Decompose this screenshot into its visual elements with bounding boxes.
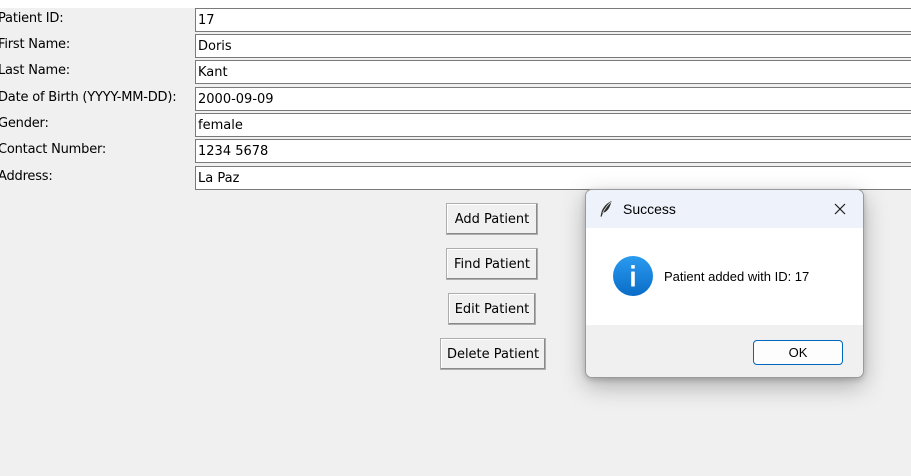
- success-dialog: Success Patient added with ID: 17 OK: [585, 189, 864, 378]
- dialog-body: Patient added with ID: 17: [586, 228, 863, 325]
- form-row-last-name: Last Name:: [0, 59, 911, 85]
- gender-input[interactable]: [195, 113, 911, 137]
- first-name-input[interactable]: [195, 34, 911, 58]
- dialog-message: Patient added with ID: 17: [664, 269, 810, 284]
- form-row-first-name: First Name:: [0, 33, 911, 59]
- form-row-address: Address:: [0, 165, 911, 191]
- last-name-input[interactable]: [195, 60, 911, 84]
- gender-label: Gender:: [0, 116, 49, 131]
- dialog-title: Success: [623, 201, 676, 217]
- form-row-contact-number: Contact Number:: [0, 138, 911, 164]
- patient-id-input[interactable]: [195, 8, 911, 32]
- date-of-birth-input[interactable]: [195, 87, 911, 111]
- patient-management-window: Patient ID: First Name: Last Name: Date …: [0, 0, 911, 476]
- contact-number-input[interactable]: [195, 139, 911, 163]
- address-label: Address:: [0, 169, 53, 184]
- feather-icon: [598, 200, 614, 218]
- find-patient-button[interactable]: Find Patient: [446, 248, 538, 280]
- form-row-patient-id: Patient ID:: [0, 7, 911, 33]
- delete-patient-button[interactable]: Delete Patient: [440, 338, 546, 370]
- edit-patient-button[interactable]: Edit Patient: [448, 293, 536, 325]
- add-patient-button[interactable]: Add Patient: [446, 203, 538, 235]
- last-name-label: Last Name:: [0, 63, 70, 78]
- ok-button[interactable]: OK: [753, 340, 843, 365]
- form-row-date-of-birth: Date of Birth (YYYY-MM-DD):: [0, 86, 911, 112]
- close-icon[interactable]: [826, 196, 854, 222]
- form-row-gender: Gender:: [0, 112, 911, 138]
- date-of-birth-label: Date of Birth (YYYY-MM-DD):: [0, 90, 177, 105]
- address-input[interactable]: [195, 166, 911, 190]
- dialog-footer: OK: [586, 325, 863, 377]
- patient-id-label: Patient ID:: [0, 11, 64, 26]
- dialog-titlebar[interactable]: Success: [586, 190, 863, 228]
- contact-number-label: Contact Number:: [0, 142, 107, 157]
- info-icon: [613, 256, 653, 296]
- first-name-label: First Name:: [0, 37, 71, 52]
